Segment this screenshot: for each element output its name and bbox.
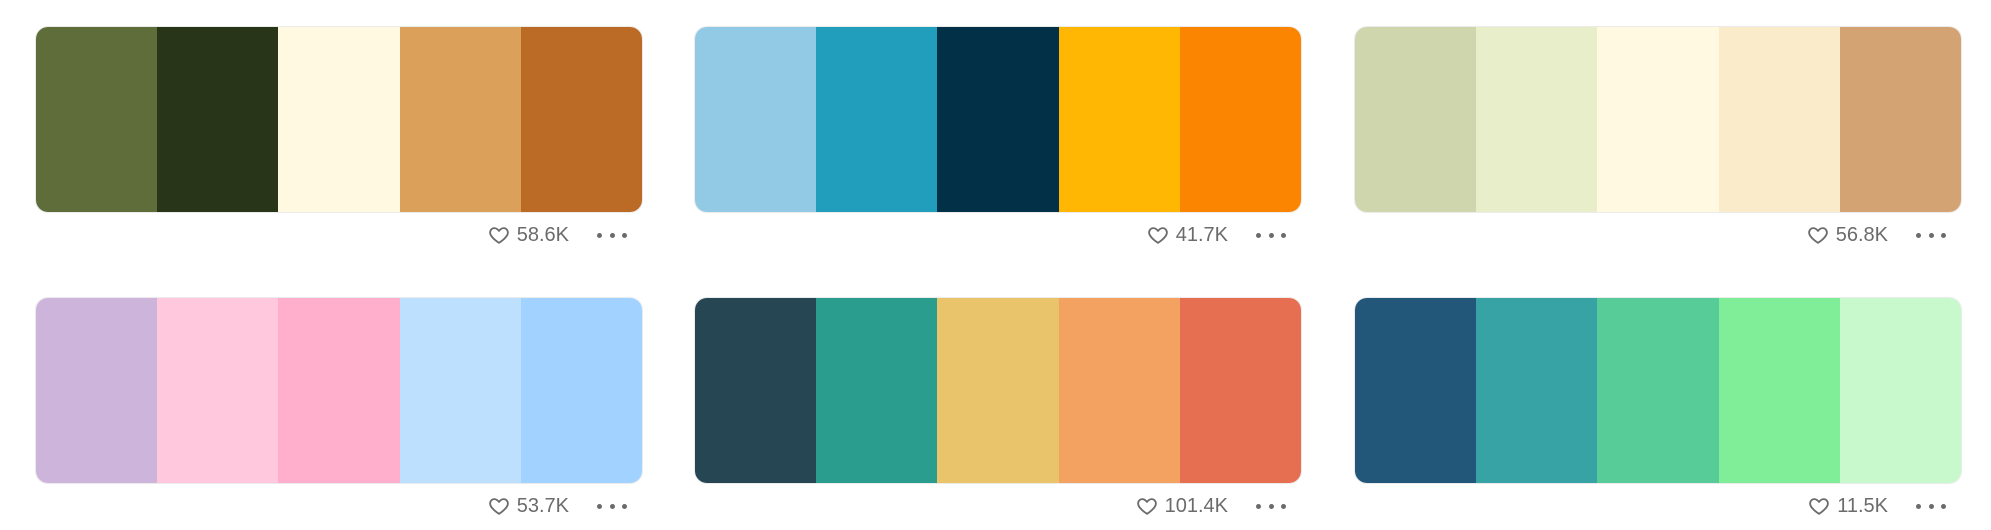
color-swatch[interactable] xyxy=(1355,27,1477,212)
color-swatch[interactable] xyxy=(1058,27,1180,212)
heart-icon xyxy=(1809,498,1829,515)
like-button[interactable]: 58.6K xyxy=(488,224,569,247)
heart-icon xyxy=(488,227,509,244)
color-swatch[interactable] xyxy=(695,298,817,483)
like-count: 56.8K xyxy=(1835,223,1888,246)
like-button[interactable]: 11.5K xyxy=(1808,495,1888,518)
like-count: 101.4K xyxy=(1164,494,1228,517)
color-swatch[interactable] xyxy=(1839,27,1961,212)
color-swatch[interactable] xyxy=(520,27,642,212)
palette-strip[interactable] xyxy=(694,297,1302,484)
palette-strip[interactable] xyxy=(35,297,643,484)
palette-grid: 58.6K 41.7K 56.8K 53.7K 101.4K 11.5K xyxy=(0,0,1991,530)
more-options-button[interactable] xyxy=(1256,224,1286,246)
palette-card: 101.4K xyxy=(694,297,1302,528)
heart-icon xyxy=(488,498,509,515)
like-button[interactable]: 53.7K xyxy=(488,495,569,518)
palette-strip[interactable] xyxy=(1354,297,1962,484)
more-options-button[interactable] xyxy=(1916,224,1946,246)
color-swatch[interactable] xyxy=(36,298,158,483)
more-options-button[interactable] xyxy=(1256,495,1286,517)
color-swatch[interactable] xyxy=(937,298,1059,483)
color-swatch[interactable] xyxy=(399,298,521,483)
more-icon xyxy=(597,503,602,509)
color-swatch[interactable] xyxy=(1597,298,1719,483)
color-swatch[interactable] xyxy=(399,27,521,212)
more-options-button[interactable] xyxy=(597,224,627,246)
more-options-button[interactable] xyxy=(597,495,627,517)
color-swatch[interactable] xyxy=(937,27,1059,212)
palette-strip[interactable] xyxy=(35,26,643,213)
color-swatch[interactable] xyxy=(1058,298,1180,483)
color-swatch[interactable] xyxy=(695,27,817,212)
like-count: 11.5K xyxy=(1837,494,1888,517)
color-swatch[interactable] xyxy=(1718,27,1840,212)
more-icon xyxy=(1916,503,1921,509)
palette-card: 56.8K xyxy=(1354,26,1962,257)
like-button[interactable]: 41.7K xyxy=(1147,224,1228,247)
palette-card: 41.7K xyxy=(694,26,1302,257)
more-icon xyxy=(1916,232,1921,238)
palette-card: 11.5K xyxy=(1354,297,1962,528)
palette-card: 58.6K xyxy=(35,26,643,257)
color-swatch[interactable] xyxy=(816,298,938,483)
palette-footer: 11.5K xyxy=(1354,484,1960,528)
heart-icon xyxy=(1136,498,1157,515)
color-swatch[interactable] xyxy=(157,298,279,483)
color-swatch[interactable] xyxy=(1718,298,1840,483)
palette-card: 53.7K xyxy=(35,297,643,528)
color-swatch[interactable] xyxy=(816,27,938,212)
color-swatch[interactable] xyxy=(36,27,158,212)
palette-footer: 41.7K xyxy=(694,213,1300,257)
palette-footer: 58.6K xyxy=(35,213,641,257)
palette-strip[interactable] xyxy=(694,26,1302,213)
palette-footer: 56.8K xyxy=(1354,213,1960,257)
more-icon xyxy=(597,232,602,238)
color-swatch[interactable] xyxy=(1839,298,1961,483)
palette-footer: 53.7K xyxy=(35,484,641,528)
like-button[interactable]: 101.4K xyxy=(1136,495,1228,518)
color-swatch[interactable] xyxy=(278,27,400,212)
color-swatch[interactable] xyxy=(1597,27,1719,212)
color-swatch[interactable] xyxy=(520,298,642,483)
color-swatch[interactable] xyxy=(278,298,400,483)
heart-icon xyxy=(1147,227,1168,244)
more-options-button[interactable] xyxy=(1916,495,1946,517)
color-swatch[interactable] xyxy=(1476,27,1598,212)
more-icon xyxy=(1256,503,1261,509)
color-swatch[interactable] xyxy=(1179,27,1301,212)
more-icon xyxy=(1256,232,1261,238)
color-swatch[interactable] xyxy=(157,27,279,212)
like-count: 53.7K xyxy=(516,494,569,517)
like-button[interactable]: 56.8K xyxy=(1807,224,1888,247)
heart-icon xyxy=(1807,227,1828,244)
palette-footer: 101.4K xyxy=(694,484,1300,528)
color-swatch[interactable] xyxy=(1179,298,1301,483)
like-count: 58.6K xyxy=(516,223,569,246)
like-count: 41.7K xyxy=(1175,223,1228,246)
color-swatch[interactable] xyxy=(1476,298,1598,483)
palette-strip[interactable] xyxy=(1354,26,1962,213)
color-swatch[interactable] xyxy=(1355,298,1477,483)
